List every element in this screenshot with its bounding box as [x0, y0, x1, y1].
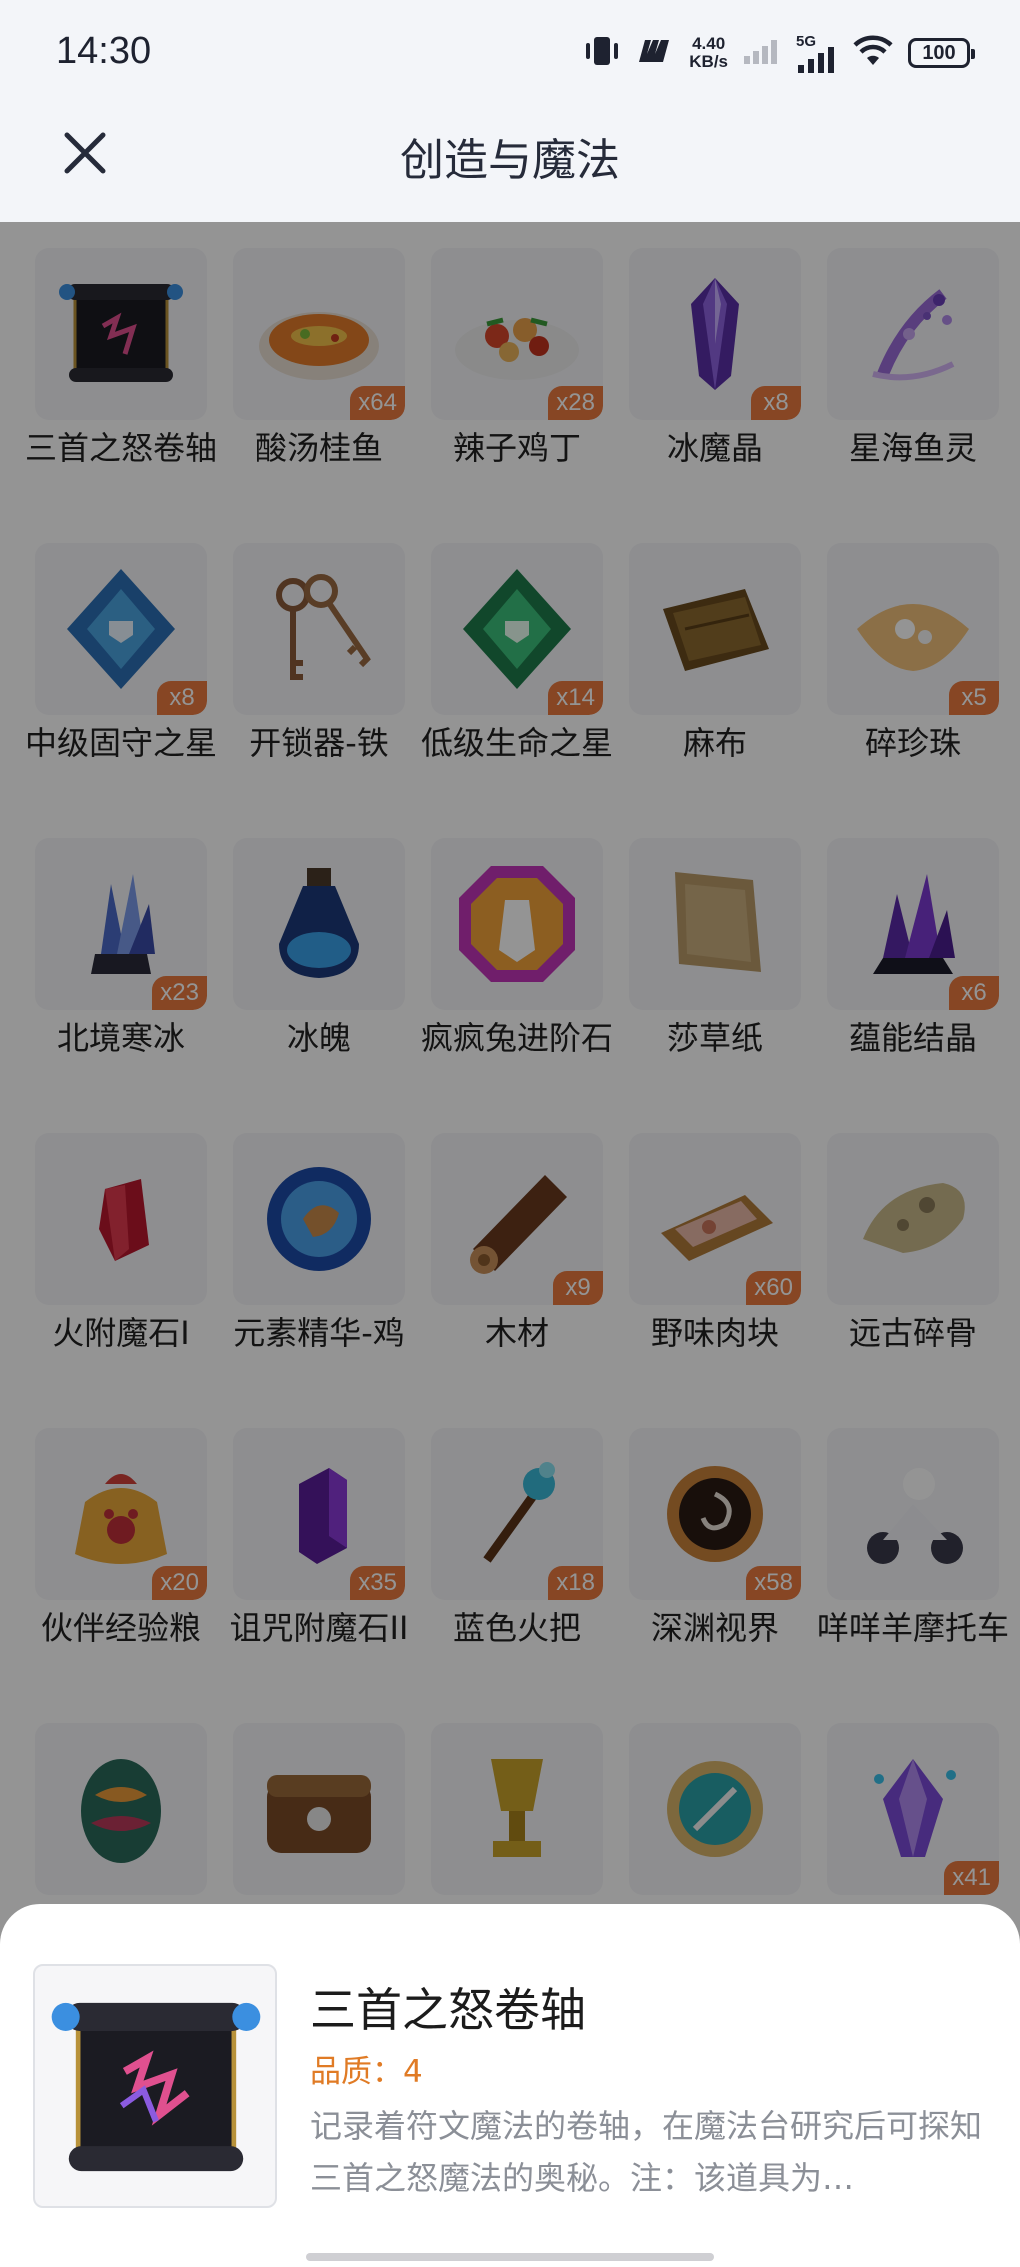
carrier-logo-icon — [635, 36, 675, 70]
status-bar: 14:30 4.40 KB/s 5G 100 — [0, 0, 1020, 110]
item-detail-description: 记录着符文魔法的卷轴，在魔法台研究后可探知三首之怒魔法的奥秘。注：该道具为… — [310, 2107, 983, 2197]
status-icons: 4.40 KB/s 5G 100 — [583, 28, 975, 78]
status-time: 14:30 — [56, 30, 152, 72]
net-speed: 4.40 KB/s — [689, 35, 728, 71]
wifi-icon — [852, 35, 894, 71]
item-detail-name: 三首之怒卷轴 — [310, 1983, 586, 2037]
vibrate-icon — [583, 34, 621, 72]
item-detail-sheet: 三首之怒卷轴 品质：4 记录着符文魔法的卷轴，在魔法台研究后可探知三首之怒魔法的… — [0, 1904, 1020, 2267]
header: 创造与魔法 — [0, 110, 1020, 222]
net-speed-unit: KB/s — [689, 52, 728, 71]
item-detail-thumbnail — [33, 1964, 277, 2208]
item-detail-quality: 品质：4 — [310, 2054, 423, 2090]
page-title: 创造与魔法 — [400, 135, 620, 186]
home-indicator[interactable] — [306, 2253, 714, 2261]
battery-level: 100 — [922, 41, 956, 64]
net-speed-value: 4.40 — [692, 34, 726, 53]
scroll-icon — [51, 2002, 261, 2172]
signal-weak-icon — [742, 36, 782, 70]
signal-5g-icon: 5G — [796, 33, 838, 73]
battery-indicator: 100 — [908, 38, 975, 68]
